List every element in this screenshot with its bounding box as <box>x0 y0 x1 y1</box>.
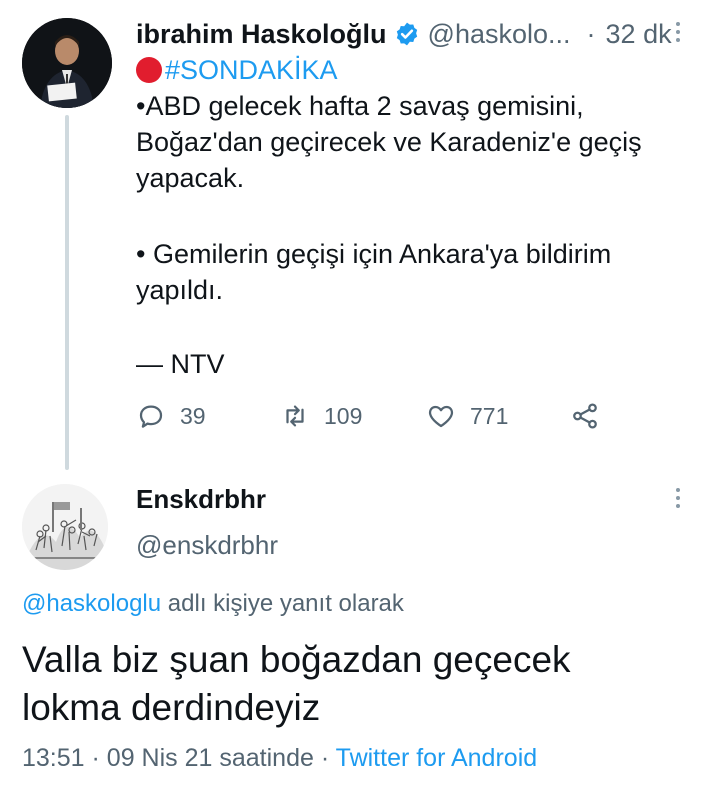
reply-icon <box>139 405 163 428</box>
replying-to-text: adlı kişiye yanıt olarak <box>161 590 404 617</box>
header-separator: · <box>586 18 596 49</box>
replying-to-line: @haskologlu adlı kişiye yanıt olarak <box>22 590 404 618</box>
tweet-text-line: • Gemilerin geçişi için Ankara'ya bildir… <box>136 239 612 269</box>
tweet-text-line: yapacak. <box>136 163 245 193</box>
meta-separator: · <box>320 744 330 772</box>
reply-author-avatar[interactable] <box>22 484 108 570</box>
retweet-icon <box>286 405 304 427</box>
hashtag-link[interactable]: #SONDAKİKA <box>165 55 338 86</box>
reply-metadata: 13:51 · 09 Nis 21 saatinde · Twitter for… <box>22 744 537 773</box>
tweet-text-line: •ABD gelecek hafta 2 savaş gemisini, <box>136 91 584 121</box>
like-count: 771 <box>470 402 509 429</box>
like-button[interactable]: 771 <box>426 398 508 434</box>
reply-button[interactable]: 39 <box>136 398 206 434</box>
red-circle-icon <box>136 57 162 83</box>
reply-author-name[interactable]: Enskdrbhr <box>136 484 266 515</box>
sketch-crowd-image <box>22 484 108 570</box>
reply-text-line: lokma derdindeyiz <box>22 687 321 728</box>
author-name[interactable]: ibrahim Haskoloğlu <box>136 19 387 50</box>
reply-author-handle[interactable]: @enskdrbhr <box>136 530 278 561</box>
share-button[interactable] <box>570 398 600 434</box>
person-photo <box>22 18 112 108</box>
tweet-source-credit: — NTV <box>136 349 225 379</box>
tweet-header: ibrahim Haskoloğlu @haskolo... · 32 dk <box>136 14 672 54</box>
reply-time: 13:51 <box>22 744 85 772</box>
hashtag-line: #SONDAKİKA <box>136 52 338 88</box>
author-handle[interactable]: @haskolo... <box>428 19 571 50</box>
heart-icon <box>428 405 454 428</box>
reply-count: 39 <box>180 402 206 429</box>
reply-text: Valla biz şuan boğazdan geçecek lokma de… <box>22 636 571 732</box>
author-avatar[interactable] <box>22 18 112 108</box>
tweet-text-line: yapıldı. <box>136 275 224 305</box>
replying-to-mention[interactable]: @haskologlu <box>22 590 161 617</box>
more-vertical-icon[interactable] <box>676 22 680 46</box>
source-app-link[interactable]: Twitter for Android <box>336 744 537 772</box>
thread-connector-line <box>65 115 69 470</box>
reply-text-line: Valla biz şuan boğazdan geçecek <box>22 639 571 680</box>
retweet-button[interactable]: 109 <box>280 398 362 434</box>
retweet-count: 109 <box>324 402 363 429</box>
meta-separator: · <box>91 744 100 772</box>
tweet-text-line: Boğaz'dan geçirecek ve Karadeniz'e geçiş <box>136 127 642 157</box>
verified-badge-icon <box>396 22 417 46</box>
share-icon <box>573 403 597 429</box>
more-vertical-icon[interactable] <box>676 488 680 512</box>
reply-date: 09 Nis 21 saatinde <box>106 744 314 772</box>
tweet-time[interactable]: 32 dk <box>606 19 672 50</box>
